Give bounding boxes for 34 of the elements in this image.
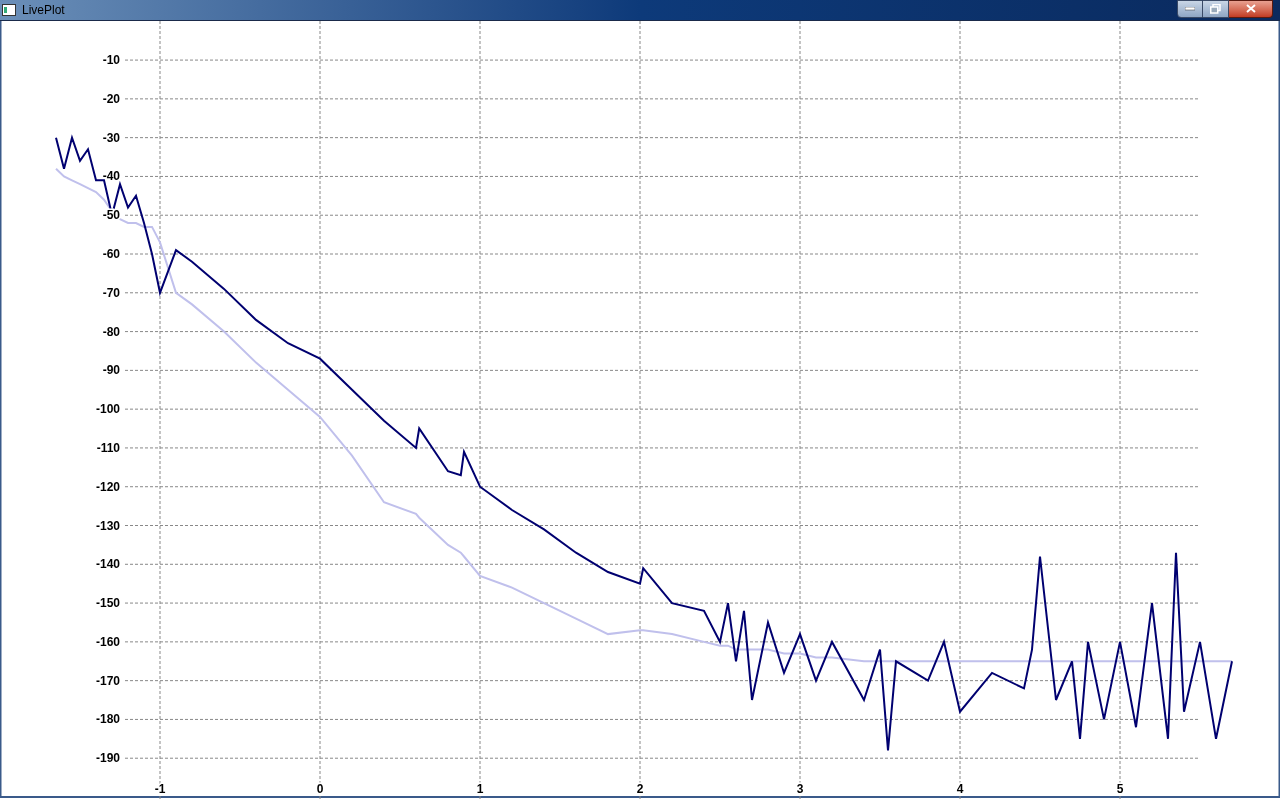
window-title: LivePlot [22, 2, 65, 19]
minimize-button[interactable] [1177, 0, 1203, 18]
app-icon [2, 4, 16, 16]
x-tick-label: -1 [154, 782, 166, 796]
x-tick-label: 5 [1116, 782, 1124, 796]
y-tick-label: -70 [102, 285, 120, 300]
minimize-icon [1185, 6, 1195, 11]
x-tick-label: 3 [796, 782, 804, 796]
y-tick-label: -190 [95, 751, 120, 766]
y-tick-label: -110 [96, 440, 120, 455]
x-tick-label: 1 [476, 782, 484, 796]
restore-icon [1210, 3, 1221, 14]
y-tick-label: -170 [95, 673, 120, 688]
close-icon [1245, 4, 1256, 13]
y-tick-label: -120 [95, 479, 120, 494]
y-tick-label: -60 [102, 247, 120, 261]
y-tick-label: -30 [102, 130, 120, 145]
x-tick-label: 4 [956, 782, 964, 796]
y-tick-label: -140 [95, 557, 120, 572]
y-tick-label: -10 [102, 53, 120, 68]
y-tick-label: -20 [102, 91, 120, 106]
y-tick-label: -130 [95, 518, 120, 533]
x-tick-label: 2 [636, 782, 644, 796]
y-tick-label: -90 [102, 363, 120, 378]
y-tick-label: -80 [102, 324, 120, 339]
y-tick-label: -150 [95, 596, 120, 611]
y-tick-label: -180 [95, 712, 120, 727]
restore-button[interactable] [1203, 0, 1229, 18]
y-tick-label: -100 [95, 402, 120, 417]
y-tick-label: -50 [102, 208, 120, 223]
y-tick-label: -40 [102, 169, 120, 184]
x-tick-label: 0 [316, 782, 324, 796]
y-tick-label: -160 [95, 634, 120, 649]
close-button[interactable] [1229, 0, 1273, 18]
